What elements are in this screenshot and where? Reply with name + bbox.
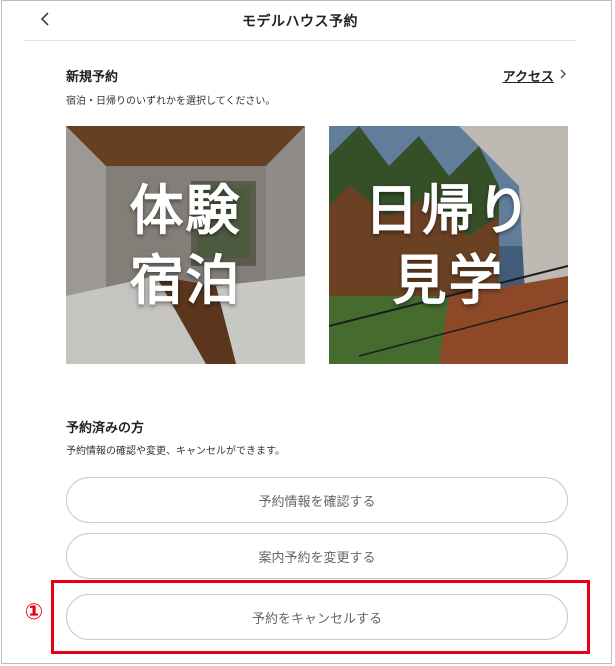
existing-reservation-description: 予約情報の確認や変更、キャンセルができます。 bbox=[66, 446, 285, 457]
overnight-stay-label: 体験 宿泊 bbox=[66, 176, 305, 316]
header-bar: モデルハウス予約 bbox=[24, 0, 576, 41]
card-label-line: 日帰り bbox=[364, 179, 533, 242]
page-title: モデルハウス予約 bbox=[242, 14, 358, 30]
annotation-highlight-box bbox=[51, 580, 590, 654]
access-link-label: アクセス bbox=[502, 70, 554, 85]
card-label-line: 見学 bbox=[392, 249, 505, 312]
card-label-line: 宿泊 bbox=[129, 249, 242, 312]
chevron-right-icon bbox=[560, 68, 567, 83]
card-label-line: 体験 bbox=[129, 179, 242, 242]
confirm-reservation-button[interactable]: 予約情報を確認する bbox=[66, 477, 568, 523]
overnight-stay-card[interactable]: 体験 宿泊 bbox=[66, 126, 305, 364]
access-link[interactable]: アクセス bbox=[503, 66, 567, 85]
day-visit-label: 日帰り 見学 bbox=[329, 176, 568, 316]
existing-reservation-heading: 予約済みの方 bbox=[66, 421, 145, 436]
day-visit-card[interactable]: 日帰り 見学 bbox=[329, 126, 568, 364]
new-reservation-description: 宿泊・日帰りのいずれかを選択してください。 bbox=[66, 96, 276, 107]
annotation-marker: ① bbox=[24, 600, 44, 625]
change-reservation-button[interactable]: 案内予約を変更する bbox=[66, 533, 568, 579]
new-reservation-heading: 新規予約 bbox=[66, 70, 119, 85]
